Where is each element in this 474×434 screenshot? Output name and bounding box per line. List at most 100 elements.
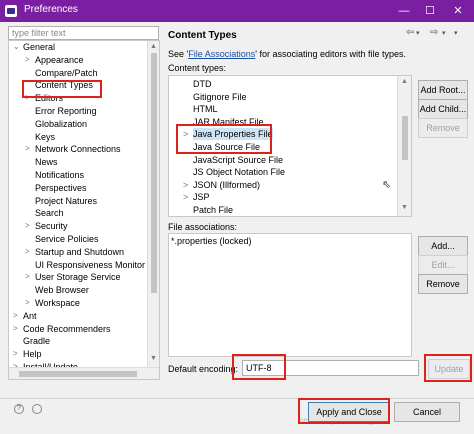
tree-item[interactable]: > Network Connections [25,143,121,155]
view-menu-icon[interactable]: ▾ [454,29,458,37]
help-icon[interactable]: ? [14,404,24,414]
content-type-label: JS Object Notation File [193,167,286,178]
tree-item[interactable]: Service Policies [25,233,99,245]
tree-item-label: Help [23,349,42,360]
nav-forward-dropdown-icon[interactable]: ▾ [442,29,446,37]
expand-arrow-icon[interactable]: > [25,297,30,309]
tree-scroll-thumb[interactable] [151,53,157,293]
content-type-item[interactable]: > JSP [183,191,210,203]
file-associations-hint: See 'File Associations' for associating … [168,49,406,59]
tree-item-label: Globalization [35,118,88,129]
content-type-label: Gitignore File [193,91,247,102]
content-type-label: JavaScript Source File [193,154,284,165]
tree-item[interactable]: News [25,156,58,168]
expand-arrow-icon[interactable]: > [13,323,18,335]
content-type-item[interactable]: > JSON (Illformed) [183,179,260,191]
filter-input[interactable]: type filter text [8,26,159,40]
types-scroll-up-icon[interactable]: ▲ [401,78,408,85]
tree-item-label: Service Policies [35,234,99,244]
nav-back-icon[interactable]: ⇦ [406,27,414,38]
remove-content-type-button[interactable]: Remove [418,118,468,138]
tree-item[interactable]: > User Storage Service [25,271,121,283]
expand-arrow-icon[interactable]: > [25,220,30,232]
tree-item-label: News [35,157,58,168]
footer-separator [0,398,474,399]
nav-back-dropdown-icon[interactable]: ▾ [416,29,420,37]
tree-item-label: Notifications [35,170,85,180]
encoding-highlight-box [232,354,286,380]
minimize-button[interactable]: — [392,2,416,20]
java-properties-highlight-box [176,124,272,154]
content-type-item[interactable]: Gitignore File [193,91,247,103]
content-type-item[interactable]: HTML [193,103,218,115]
tree-item-label: Error Reporting [35,106,97,116]
scroll-up-icon[interactable]: ▲ [150,43,157,50]
types-scroll-thumb[interactable] [402,116,408,160]
tree-item[interactable]: Globalization [25,118,87,130]
content-type-item[interactable]: JS Object Notation File [193,166,285,178]
tree-hscroll-thumb[interactable] [19,371,137,377]
edit-association-button[interactable]: Edit... [418,255,468,275]
tree-item-label: Code Recommenders [23,323,111,334]
close-button[interactable]: ✕ [446,2,470,20]
tree-item-label: Startup and Shutdown [35,246,125,257]
tree-item[interactable]: > Startup and Shutdown [25,246,124,258]
expand-arrow-icon[interactable]: > [25,246,30,258]
content-types-label: Content types: [168,63,227,73]
add-child-button[interactable]: Add Child... [418,99,468,119]
tree-item[interactable]: UI Responsiveness Monitor [25,259,145,271]
add-root-button[interactable]: Add Root... [418,80,468,100]
tree-item[interactable]: > Help [13,348,42,360]
tree-item-label: Workspace [35,298,80,308]
tree-item-label: Network Connections [35,144,121,155]
maximize-button[interactable]: ☐ [418,2,442,20]
content-type-label: JSP [193,192,210,203]
tree-item[interactable]: Error Reporting [25,105,97,117]
types-vertical-scrollbar[interactable]: ▲ ▼ [397,76,411,216]
scroll-down-icon[interactable]: ▼ [150,355,157,362]
tree-item[interactable]: Keys [25,131,55,143]
mouse-cursor-icon: ⇖ [382,179,392,191]
expand-arrow-icon[interactable]: > [183,179,188,191]
tree-vertical-scrollbar[interactable]: ▲ ▼ [147,41,159,367]
tree-item[interactable]: Notifications [25,169,84,181]
expand-arrow-icon[interactable]: > [183,191,188,203]
tree-horizontal-scrollbar[interactable] [9,367,159,379]
tree-item[interactable]: Gradle [13,335,50,347]
expanded-arrow-icon[interactable]: ⌄ [13,41,20,53]
expand-arrow-icon[interactable]: > [25,271,30,283]
nav-forward-icon[interactable]: ⇨ [430,27,438,38]
tree-item[interactable]: > Workspace [25,297,80,309]
tree-item[interactable]: Project Natures [25,195,97,207]
import-export-icon[interactable] [32,404,42,414]
expand-arrow-icon[interactable]: > [25,54,30,66]
content-type-label: HTML [193,104,218,115]
tree-item[interactable]: > Ant [13,310,37,322]
expand-arrow-icon[interactable]: > [25,143,30,155]
tree-item[interactable]: Web Browser [25,284,89,296]
file-associations-list[interactable]: *.properties (locked) [168,233,412,357]
expand-arrow-icon[interactable]: > [13,310,18,322]
tree-item[interactable]: > Appearance [25,54,84,66]
types-scroll-down-icon[interactable]: ▼ [401,204,408,211]
tree-item-label: Search [35,208,64,219]
content-type-item[interactable]: JavaScript Source File [193,154,283,166]
tree-item-label: Security [35,221,68,232]
tree-item[interactable]: ⌄ General [13,41,55,53]
expand-arrow-icon[interactable]: > [13,348,18,360]
content-type-item[interactable]: Patch File [193,204,233,216]
cancel-button[interactable]: Cancel [394,402,460,422]
file-associations-link[interactable]: File Associations [188,49,255,59]
tree-item[interactable]: Search [25,207,64,219]
add-association-button[interactable]: Add... [418,236,468,256]
tree-item[interactable]: Compare/Patch [25,67,98,79]
remove-association-button[interactable]: Remove [418,274,468,294]
tree-item-label: Perspectives [35,182,87,193]
file-associations-label: File associations: [168,222,238,232]
tree-item[interactable]: > Code Recommenders [13,323,111,335]
content-type-item[interactable]: DTD [193,78,212,90]
tree-item[interactable]: Perspectives [25,182,87,194]
default-encoding-label: Default encoding: [168,364,239,374]
association-item[interactable]: *.properties (locked) [171,236,252,246]
tree-item[interactable]: > Security [25,220,68,232]
